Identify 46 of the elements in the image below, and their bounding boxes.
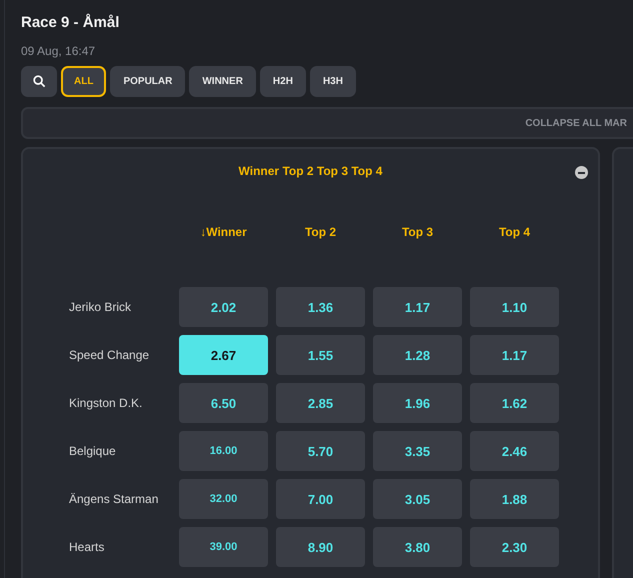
odds-button[interactable]: 39.00 [179, 527, 268, 567]
odds-button[interactable]: 1.88 [470, 479, 559, 519]
runner-name: Ängens Starman [68, 492, 160, 506]
odds-button[interactable]: 2.02 [179, 287, 268, 327]
odds-button[interactable]: 3.35 [373, 431, 462, 471]
odds-button[interactable]: 3.05 [373, 479, 462, 519]
runner-name: Jeriko Brick [68, 300, 132, 314]
odds-button[interactable]: 2.30 [470, 527, 559, 567]
search-button[interactable] [21, 66, 57, 97]
odds-button[interactable]: 6.50 [179, 383, 268, 423]
runner-name: Belgique [68, 444, 117, 458]
search-icon [32, 75, 46, 88]
filter-tab[interactable]: WINNER [189, 66, 256, 97]
runner-name: Speed Change [68, 348, 150, 362]
filter-tab[interactable]: ALL [61, 66, 106, 97]
column-header[interactable]: Top 2 [276, 225, 365, 239]
odds-button[interactable]: 1.28 [373, 335, 462, 375]
runner-name: Hearts [68, 540, 106, 554]
market-title: Winner Top 2 Top 3 Top 4 [238, 164, 382, 178]
odds-button[interactable]: 3.80 [373, 527, 462, 567]
collapse-all-button[interactable]: COLLAPSE ALL MAR [21, 107, 633, 139]
odds-button[interactable]: 1.62 [470, 383, 559, 423]
odds-button[interactable]: 1.10 [470, 287, 559, 327]
odds-button[interactable]: 2.46 [470, 431, 559, 471]
race-title: Race 9 - Åmål [21, 12, 120, 31]
filter-tab[interactable]: H2H [260, 66, 306, 97]
runner-name: Kingston D.K. [68, 396, 144, 410]
column-header[interactable]: Top 3 [373, 225, 462, 239]
collapse-icon[interactable] [575, 166, 588, 179]
odds-button[interactable]: 5.70 [276, 431, 365, 471]
odds-button[interactable]: 1.17 [470, 335, 559, 375]
column-header[interactable]: ↓Winner [179, 225, 268, 239]
odds-button[interactable]: 1.36 [276, 287, 365, 327]
filter-tab[interactable]: POPULAR [110, 66, 186, 97]
odds-button[interactable]: 2.67 [179, 335, 268, 375]
odds-button[interactable]: 7.00 [276, 479, 365, 519]
odds-button[interactable]: 1.17 [373, 287, 462, 327]
filter-tab[interactable]: H3H [310, 66, 356, 97]
odds-button[interactable]: 1.96 [373, 383, 462, 423]
odds-button[interactable]: 32.00 [179, 479, 268, 519]
odds-button[interactable]: 8.90 [276, 527, 365, 567]
race-date: 09 Aug, 16:47 [21, 44, 96, 58]
column-header[interactable]: Top 4 [470, 225, 559, 239]
odds-button[interactable]: 16.00 [179, 431, 268, 471]
odds-button[interactable]: 1.55 [276, 335, 365, 375]
odds-button[interactable]: 2.85 [276, 383, 365, 423]
